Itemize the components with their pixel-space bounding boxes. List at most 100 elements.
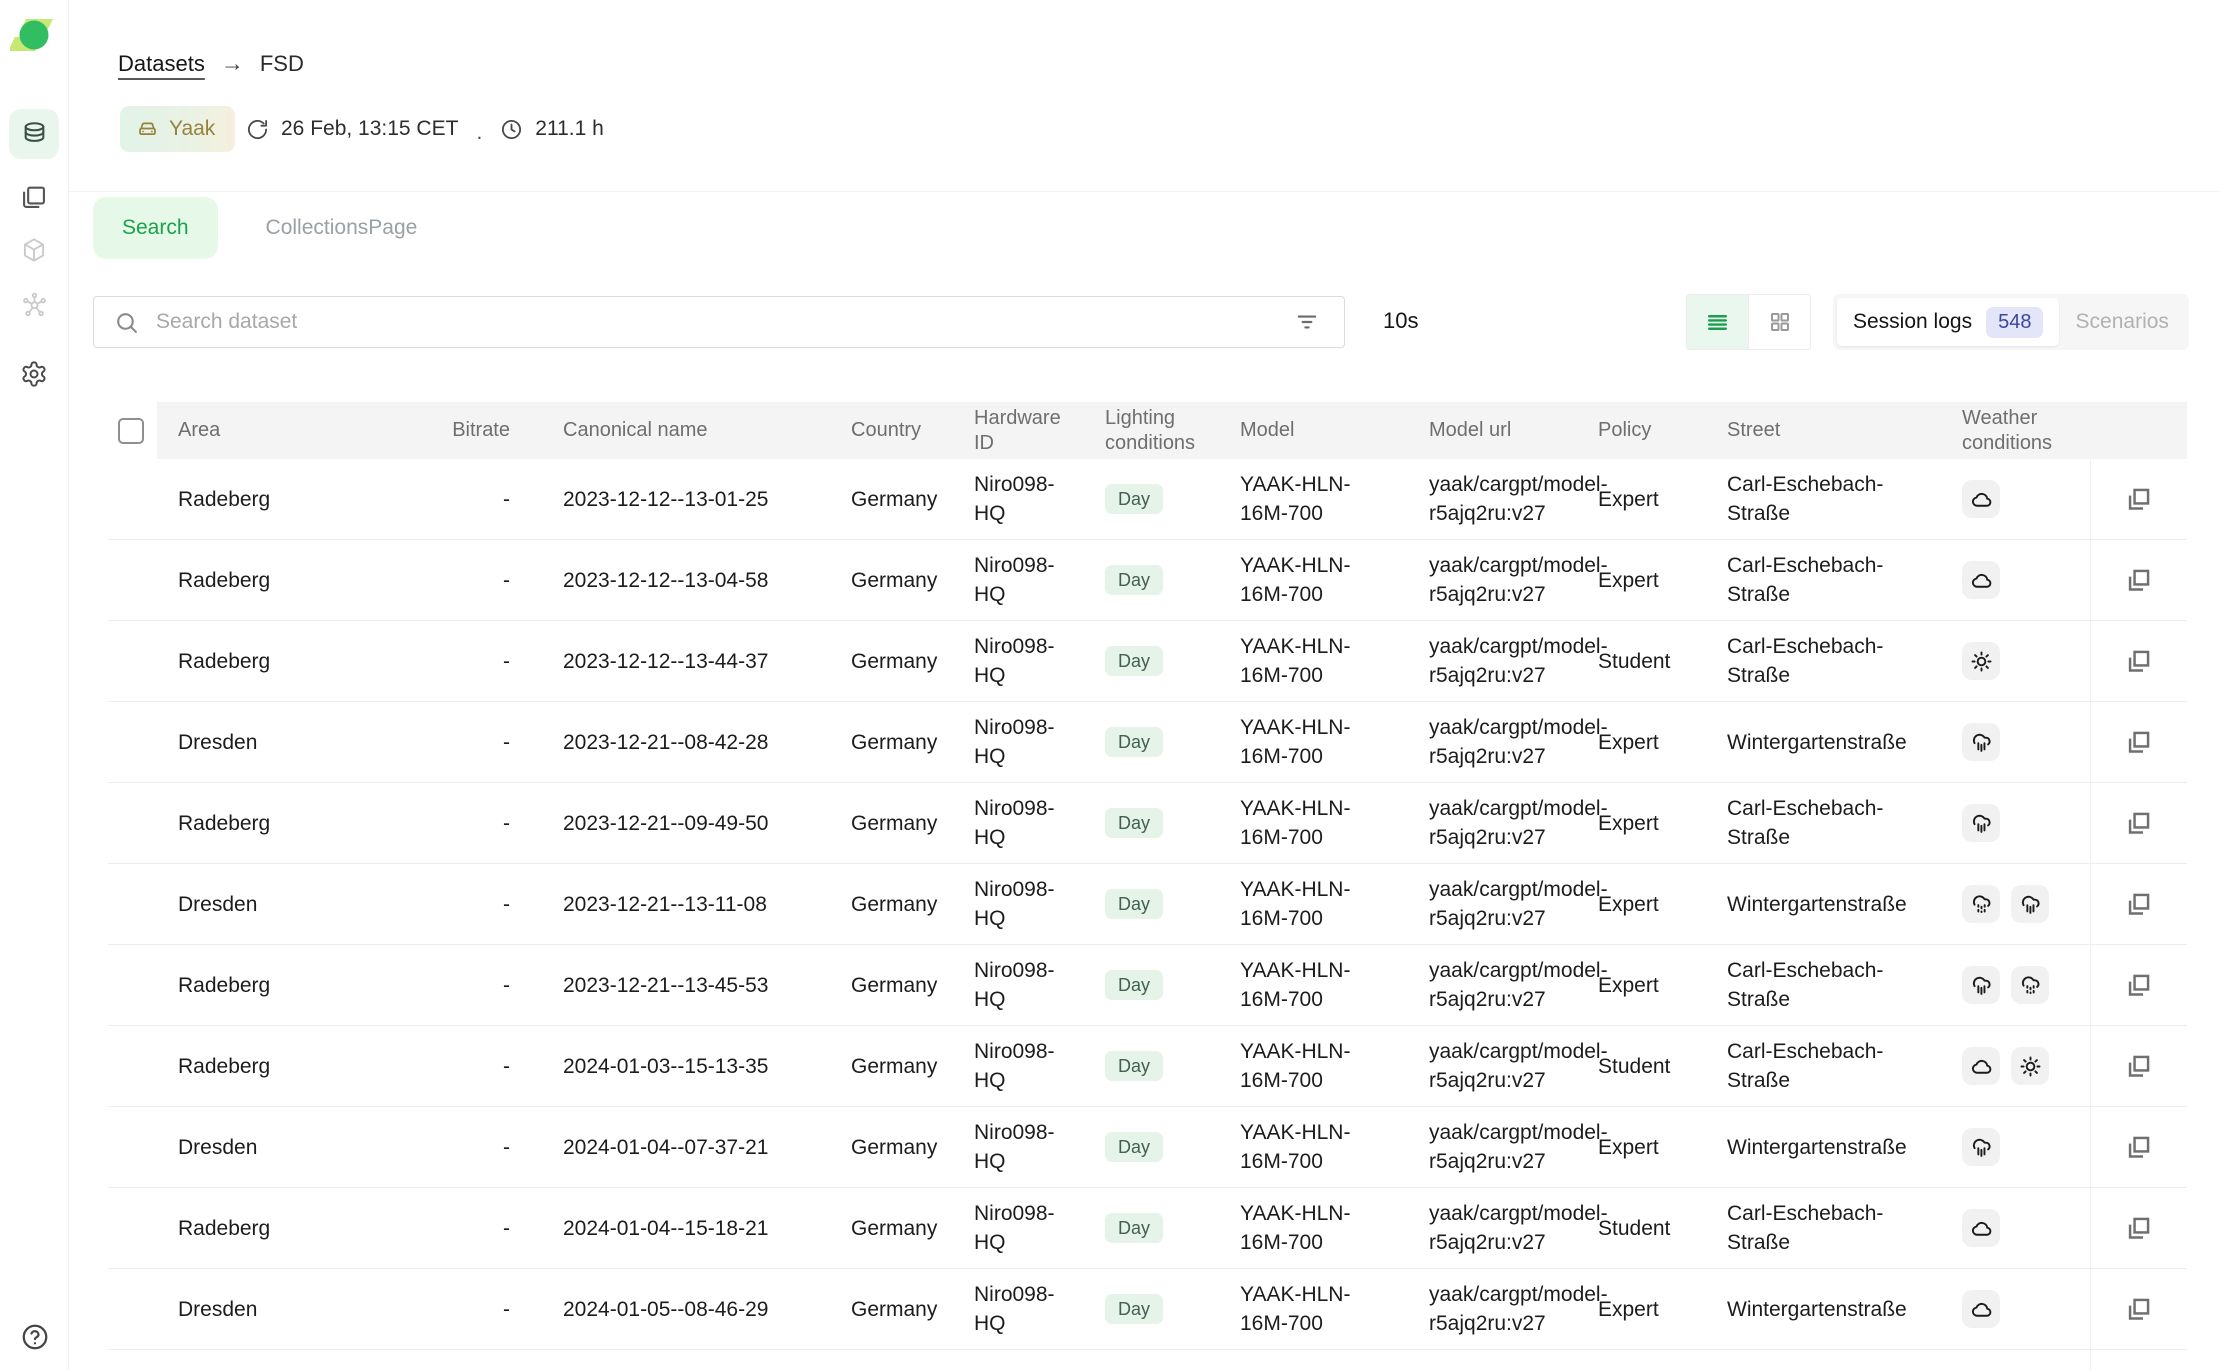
scenarios-segment[interactable]: Scenarios <box>2059 310 2185 334</box>
row-checkbox-cell <box>108 945 157 1025</box>
select-all-checkbox[interactable] <box>118 418 144 444</box>
copy-button[interactable] <box>2122 1211 2156 1245</box>
cell-street: Wintergartenstraße <box>1690 702 1905 782</box>
filter-button[interactable] <box>1292 307 1322 337</box>
copy-button[interactable] <box>2122 725 2156 759</box>
cell-model-url: yaak/cargpt/model-r5ajq2ru:v27 <box>1410 864 1580 944</box>
cell-hardware-id: Niro098-HQ <box>954 783 1084 863</box>
sidebar-item-settings[interactable] <box>9 349 59 399</box>
cell-model: YAAK-HLN-16M-700 <box>1220 1026 1410 1106</box>
cell-country: Germany <box>830 459 954 539</box>
column-header-country[interactable]: Country <box>830 402 954 459</box>
copy-button[interactable] <box>2122 644 2156 678</box>
copy-button[interactable] <box>2122 887 2156 921</box>
copy-icon <box>2125 729 2152 756</box>
table-row[interactable]: Dresden - 2023-12-21--13-11-08 Germany N… <box>108 864 2187 945</box>
sidebar-item-datasets[interactable] <box>9 109 59 159</box>
column-header-canonical-name[interactable]: Canonical name <box>530 402 830 459</box>
cell-canonical-name: 2024-01-04--07-37-21 <box>530 1107 830 1187</box>
app-logo-icon[interactable] <box>10 11 58 59</box>
cell-area: Dresden <box>157 1269 440 1349</box>
sidebar-item-collections[interactable] <box>9 172 59 222</box>
cell-bitrate: - <box>440 540 530 620</box>
database-icon <box>20 120 49 149</box>
column-header-bitrate[interactable]: Bitrate <box>440 402 530 459</box>
cell-street: Carl-Eschebach-Straße <box>1690 1188 1905 1268</box>
row-checkbox-cell <box>108 540 157 620</box>
actions-column-divider <box>2090 459 2091 1370</box>
cell-street: Carl-Eschebach-Straße <box>1690 1026 1905 1106</box>
list-view-icon <box>1705 310 1730 335</box>
column-header-lighting-conditions[interactable]: Lighting conditions <box>1084 402 1220 459</box>
cell-lighting: Day <box>1084 1107 1220 1187</box>
copy-button[interactable] <box>2122 1049 2156 1083</box>
rain-icon <box>1962 966 2000 1004</box>
column-header-weather-conditions[interactable]: Weather conditions <box>1905 402 2090 459</box>
cell-actions <box>2090 783 2187 863</box>
breadcrumb-datasets-link[interactable]: Datasets <box>118 51 205 77</box>
row-checkbox-cell <box>108 1107 157 1187</box>
table-row[interactable]: Radeberg - 2023-12-12--13-44-37 Germany … <box>108 621 2187 702</box>
help-button[interactable] <box>20 1322 50 1352</box>
column-header-model-url[interactable]: Model url <box>1410 402 1580 459</box>
cell-street: Carl-Eschebach-Straße <box>1690 459 1905 539</box>
table-row[interactable]: Radeberg - 2023-12-12--13-01-25 Germany … <box>108 459 2187 540</box>
copy-button[interactable] <box>2122 482 2156 516</box>
breadcrumb-arrow-icon: → <box>221 50 244 77</box>
copy-button[interactable] <box>2122 1130 2156 1164</box>
table-row[interactable]: Dresden - 2024-01-04--07-37-21 Germany N… <box>108 1107 2187 1188</box>
copy-icon <box>2125 1215 2152 1242</box>
cell-canonical-name: 2023-12-12--13-01-25 <box>530 459 830 539</box>
tab-search[interactable]: Search <box>93 197 218 259</box>
column-header-model[interactable]: Model <box>1220 402 1410 459</box>
cell-actions <box>2090 1269 2187 1349</box>
copy-button[interactable] <box>2122 806 2156 840</box>
cell-model-url: yaak/cargpt/model-r5ajq2ru:v27 <box>1410 1188 1580 1268</box>
cell-policy: Expert <box>1580 783 1690 863</box>
cell-bitrate: - <box>440 1107 530 1187</box>
cell-canonical-name: 2023-12-21--08-42-28 <box>530 702 830 782</box>
copy-icon <box>2125 567 2152 594</box>
cell-street: Carl-Eschebach-Straße <box>1690 621 1905 701</box>
rain-icon <box>1962 723 2000 761</box>
row-checkbox-cell <box>108 459 157 539</box>
column-header-policy[interactable]: Policy <box>1580 402 1690 459</box>
tab-collections-page[interactable]: CollectionsPage <box>266 216 418 240</box>
copy-button[interactable] <box>2122 1292 2156 1326</box>
cell-policy: Expert <box>1580 540 1690 620</box>
column-header-street[interactable]: Street <box>1690 402 1905 459</box>
lighting-badge: Day <box>1105 1294 1163 1324</box>
cell-area: Radeberg <box>157 540 440 620</box>
cell-country: Germany <box>830 1107 954 1187</box>
cell-street: Wintergartenstraße <box>1690 864 1905 944</box>
table-row[interactable]: Radeberg - 2024-01-04--15-18-21 Germany … <box>108 1188 2187 1269</box>
cell-area: Radeberg <box>157 1188 440 1268</box>
copy-button[interactable] <box>2122 563 2156 597</box>
session-logs-segment[interactable]: Session logs 548 <box>1837 298 2059 346</box>
table-row[interactable]: Dresden - 2023-12-21--08-42-28 Germany N… <box>108 702 2187 783</box>
cell-canonical-name: 2024-01-03--15-13-35 <box>530 1026 830 1106</box>
cell-hardware-id: Niro098-HQ <box>954 1026 1084 1106</box>
table-row[interactable]: Radeberg - 2023-12-21--13-45-53 Germany … <box>108 945 2187 1026</box>
table-row[interactable]: Dresden - 2024-01-05--08-46-29 Germany N… <box>108 1269 2187 1350</box>
cell-bitrate: - <box>440 621 530 701</box>
table-header: Area Bitrate Canonical name Country Hard… <box>108 402 2187 459</box>
cell-policy: Student <box>1580 621 1690 701</box>
grid-view-button[interactable] <box>1748 295 1810 349</box>
row-checkbox-cell <box>108 702 157 782</box>
copy-button[interactable] <box>2122 968 2156 1002</box>
column-header-hardware-id[interactable]: Hardware ID <box>954 402 1084 459</box>
cell-policy: Expert <box>1580 1107 1690 1187</box>
column-header-area[interactable]: Area <box>157 402 440 459</box>
sidebar-item-packages[interactable] <box>9 225 59 275</box>
table-row[interactable]: Radeberg - 2023-12-12--13-04-58 Germany … <box>108 540 2187 621</box>
table-row[interactable]: Radeberg - 2024-01-03--15-13-35 Germany … <box>108 1026 2187 1107</box>
search-input[interactable] <box>154 309 1292 335</box>
cell-actions <box>2090 1107 2187 1187</box>
cell-bitrate: - <box>440 864 530 944</box>
sidebar-item-graph[interactable] <box>9 279 59 329</box>
table-row[interactable]: Radeberg - 2023-12-21--09-49-50 Germany … <box>108 783 2187 864</box>
search-box <box>93 296 1345 348</box>
list-view-button[interactable] <box>1687 295 1748 349</box>
header-checkbox-cell <box>108 402 157 459</box>
